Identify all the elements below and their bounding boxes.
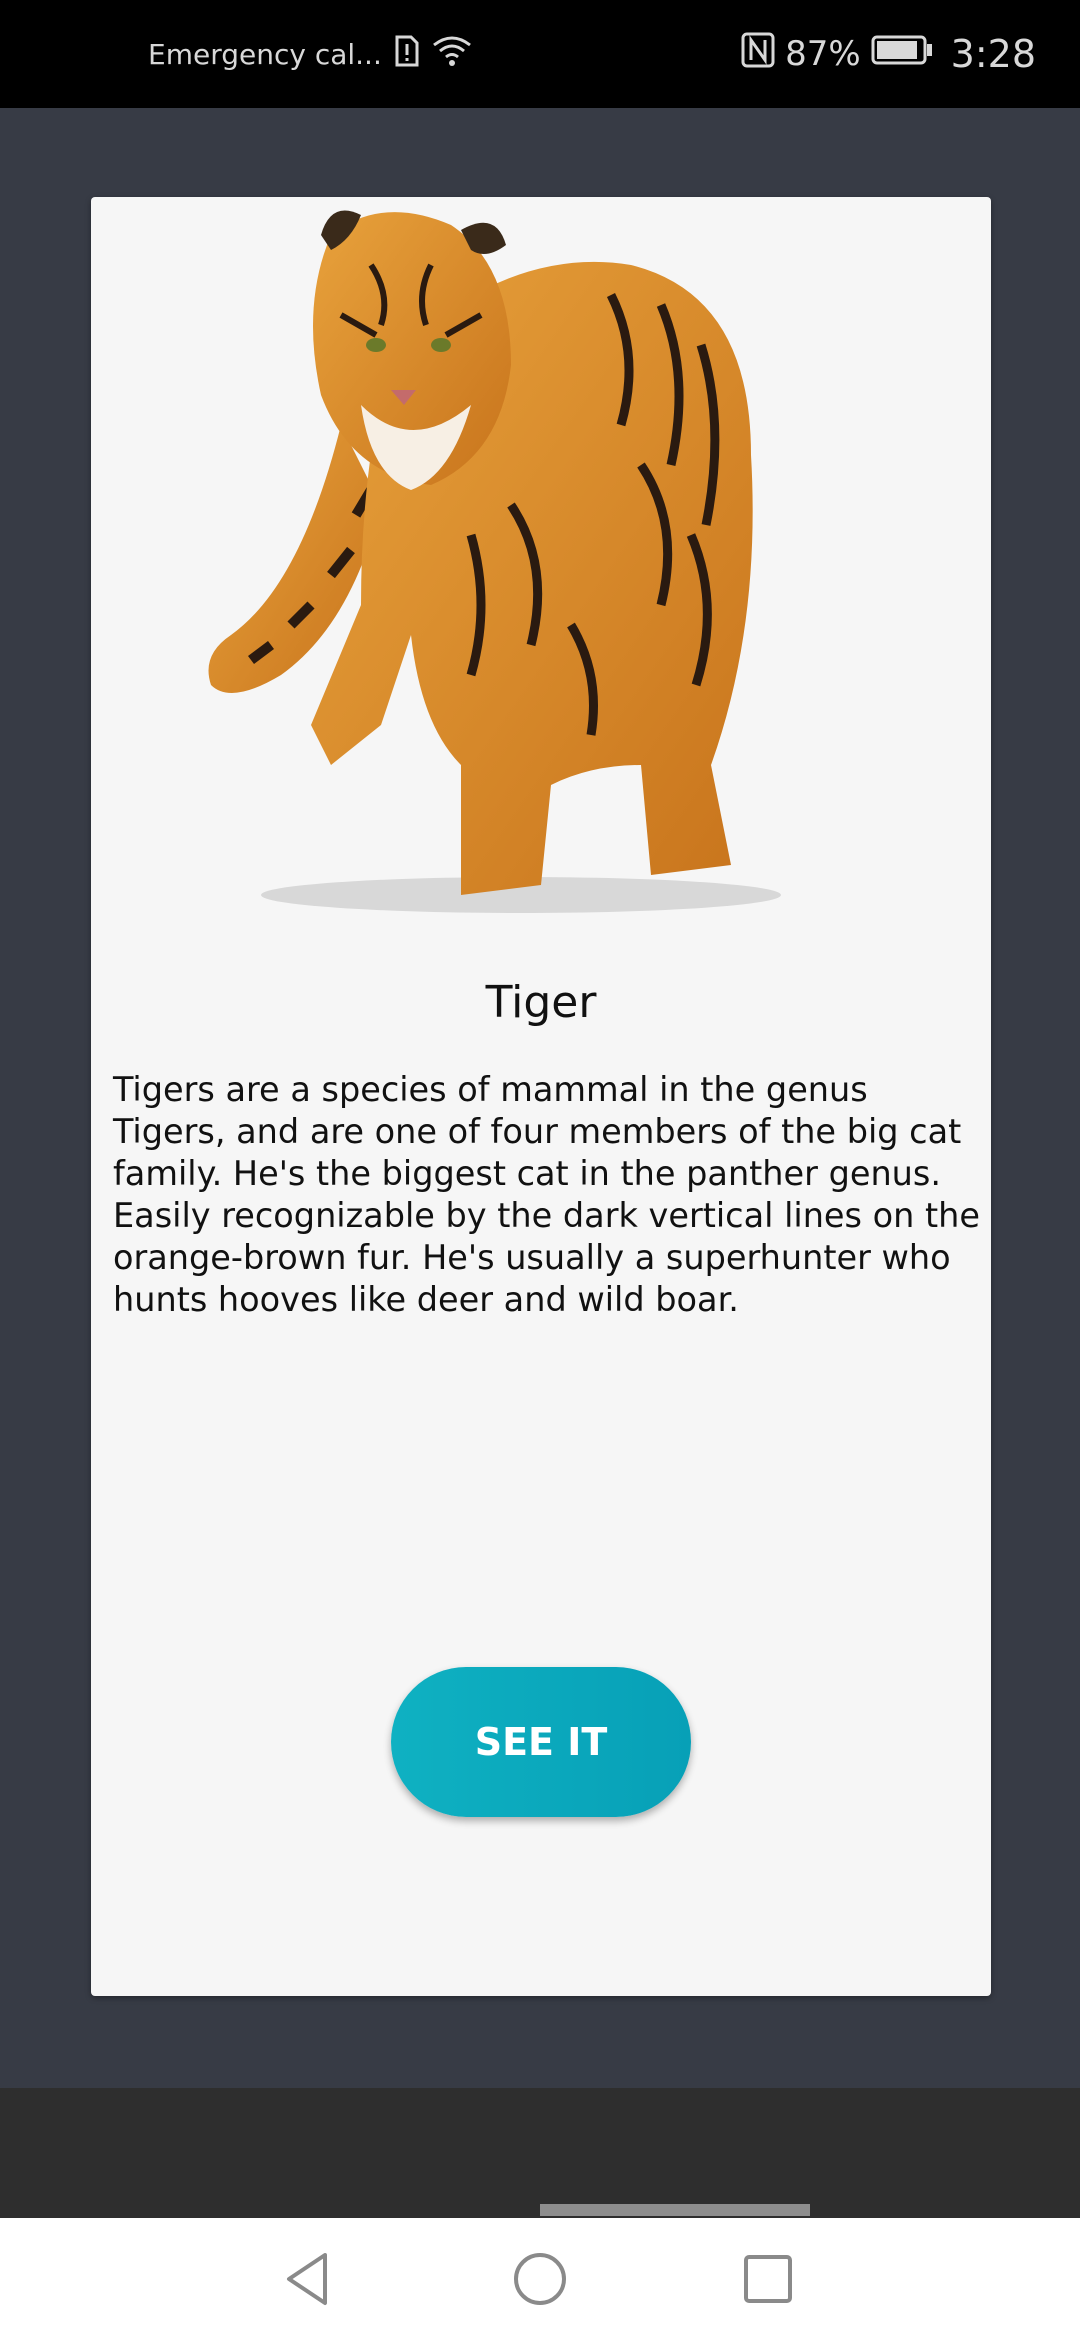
wifi-icon	[432, 35, 472, 74]
bottom-strip	[0, 2088, 1080, 2218]
status-bar: Emergency cal... 87% 3:28	[0, 0, 1080, 108]
back-icon[interactable]	[273, 2244, 343, 2314]
app-area: Tiger Tigers are a species of mammal in …	[0, 108, 1080, 2088]
scroll-indicator	[540, 2204, 810, 2216]
see-it-button[interactable]: SEE IT	[391, 1667, 691, 1817]
battery-percent: 87%	[785, 34, 861, 74]
home-icon[interactable]	[505, 2244, 575, 2314]
navigation-bar	[0, 2218, 1080, 2340]
animal-card: Tiger Tigers are a species of mammal in …	[91, 197, 991, 1996]
animal-description: Tigers are a species of mammal in the ge…	[113, 1070, 980, 1319]
clock: 3:28	[950, 32, 1036, 76]
status-left: Emergency cal...	[148, 0, 472, 108]
sim-alert-icon	[394, 35, 420, 74]
animal-title: Tiger	[485, 977, 597, 1028]
nfc-icon	[741, 32, 775, 77]
carrier-label: Emergency cal...	[148, 37, 382, 71]
tiger-image	[208, 210, 781, 913]
recents-icon[interactable]	[733, 2244, 803, 2314]
status-right: 87% 3:28	[741, 0, 1036, 108]
battery-icon	[871, 34, 933, 74]
